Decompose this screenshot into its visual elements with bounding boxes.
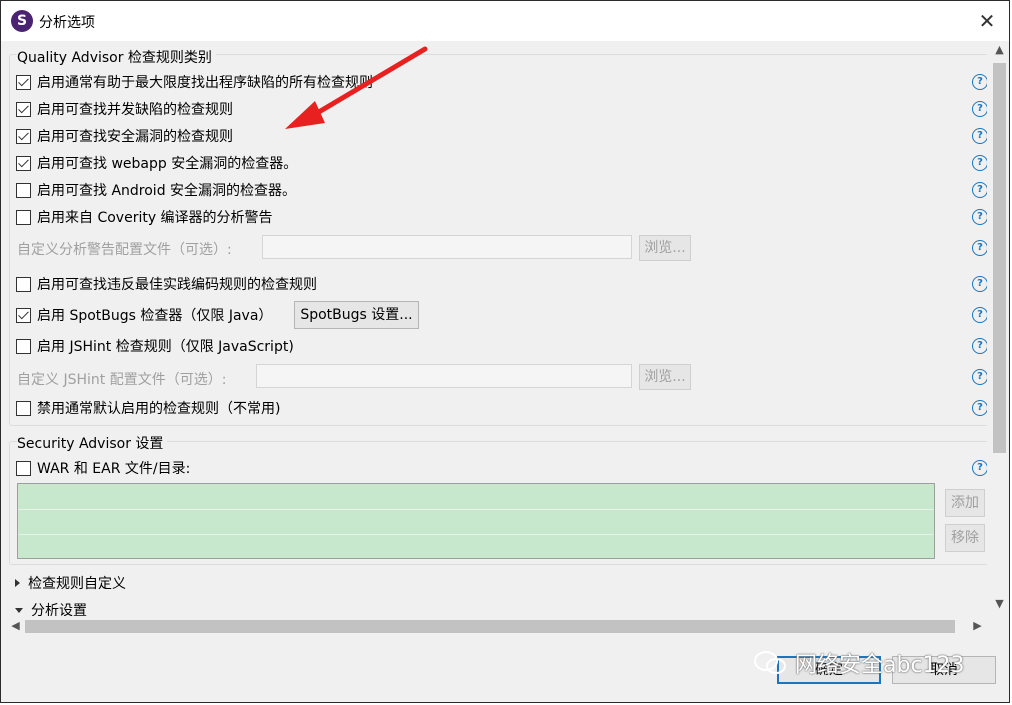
help-icon[interactable]: ? <box>972 338 987 354</box>
rule-coverity-compiler-checkbox[interactable] <box>16 209 31 225</box>
browse-warning-config-button[interactable]: 浏览... <box>639 235 691 261</box>
scroll-left-icon[interactable]: ◀ <box>7 619 24 632</box>
help-icon[interactable]: ? <box>972 209 987 225</box>
scroll-down-icon[interactable]: ▼ <box>991 597 1008 610</box>
help-icon[interactable]: ? <box>972 307 987 323</box>
options-scroll-area: Quality Advisor 检查规则类别 启用通常有助于最大限度找出程序缺陷… <box>7 41 987 616</box>
wechat-logo-icon <box>754 651 786 674</box>
watermark-text: 网络安全abc123 <box>795 653 965 678</box>
rule-concurrency-label: 启用可查找并发缺陷的检查规则 <box>37 102 233 118</box>
rule-customization-section[interactable]: 检查规则自定义 <box>15 573 126 593</box>
jshint-config-label: 自定义 JSHint 配置文件（可选）: <box>17 372 227 388</box>
add-war-ear-button[interactable]: 添加 <box>945 489 985 517</box>
vertical-scroll-thumb[interactable] <box>993 63 1006 453</box>
security-advisor-group-title: Security Advisor 设置 <box>17 433 168 453</box>
war-ear-checkbox[interactable] <box>16 460 31 476</box>
horizontal-scroll-thumb[interactable] <box>25 620 955 633</box>
rule-row-webapp[interactable]: 启用可查找 webapp 安全漏洞的检查器。 <box>16 152 297 174</box>
vertical-scrollbar[interactable]: ▲ ▼ <box>991 41 1008 616</box>
war-ear-row[interactable]: WAR 和 EAR 文件/目录: <box>16 457 190 479</box>
list-row-divider <box>18 509 934 510</box>
rule-row-coverity-compiler[interactable]: 启用来自 Coverity 编译器的分析警告 <box>16 206 273 228</box>
title-bar: S 分析选项 ✕ <box>1 1 1009 41</box>
rule-all-defects-checkbox[interactable] <box>16 74 31 90</box>
rule-webapp-checkbox[interactable] <box>16 155 31 171</box>
help-icon[interactable]: ? <box>972 128 987 144</box>
dialog-title: 分析选项 <box>39 15 95 31</box>
rule-jshint-label: 启用 JSHint 检查规则（仅限 JavaScript) <box>37 339 294 355</box>
dialog-window: S 分析选项 ✕ Quality Advisor 检查规则类别 启用通常有助于最… <box>0 0 1010 703</box>
help-icon[interactable]: ? <box>972 182 987 198</box>
rule-webapp-label: 启用可查找 webapp 安全漏洞的检查器。 <box>37 156 298 172</box>
jshint-config-input[interactable] <box>256 364 632 388</box>
annotation-arrow-icon <box>285 46 428 129</box>
rule-best-practice-label: 启用可查找违反最佳实践编码规则的检查规则 <box>37 277 317 293</box>
horizontal-scrollbar[interactable]: ◀ ▶ <box>7 616 991 636</box>
scroll-up-icon[interactable]: ▲ <box>991 43 1008 56</box>
rule-disable-default-label: 禁用通常默认启用的检查规则（不常用) <box>37 401 281 417</box>
rule-best-practice-checkbox[interactable] <box>16 276 31 292</box>
war-ear-file-list[interactable] <box>17 483 935 559</box>
rule-android-label: 启用可查找 Android 安全漏洞的检查器。 <box>37 183 297 199</box>
spotbugs-settings-button[interactable]: SpotBugs 设置... <box>294 301 419 329</box>
help-icon[interactable]: ? <box>972 400 987 416</box>
rule-row-security[interactable]: 启用可查找安全漏洞的检查规则 <box>16 125 233 147</box>
rule-spotbugs-checkbox[interactable] <box>16 307 31 323</box>
rule-android-checkbox[interactable] <box>16 182 31 198</box>
help-icon[interactable]: ? <box>972 276 987 292</box>
rule-disable-default-checkbox[interactable] <box>16 400 31 416</box>
close-button[interactable]: ✕ <box>975 9 999 33</box>
analysis-settings-label: 分析设置 <box>31 603 87 616</box>
rule-row-disable-default[interactable]: 禁用通常默认启用的检查规则（不常用) <box>16 397 280 419</box>
rule-security-checkbox[interactable] <box>16 128 31 144</box>
rule-row-spotbugs[interactable]: 启用 SpotBugs 检查器（仅限 Java） <box>16 304 272 326</box>
analysis-settings-section[interactable]: 分析设置 <box>15 600 87 616</box>
custom-warning-config-label: 自定义分析警告配置文件（可选）: <box>17 242 232 258</box>
expand-right-icon <box>15 579 20 587</box>
rule-row-android[interactable]: 启用可查找 Android 安全漏洞的检查器。 <box>16 179 296 201</box>
watermark: 网络安全abc123 <box>753 647 965 679</box>
help-icon[interactable]: ? <box>972 460 987 476</box>
custom-warning-config-input[interactable] <box>262 235 632 259</box>
rule-row-best-practice[interactable]: 启用可查找违反最佳实践编码规则的检查规则 <box>16 273 317 295</box>
rule-spotbugs-label: 启用 SpotBugs 检查器（仅限 Java） <box>37 308 273 324</box>
rule-security-label: 启用可查找安全漏洞的检查规则 <box>37 129 233 145</box>
help-icon[interactable]: ? <box>972 101 987 117</box>
expand-down-icon <box>15 607 23 613</box>
help-icon[interactable]: ? <box>972 155 987 171</box>
scroll-right-icon[interactable]: ▶ <box>969 619 986 632</box>
rule-jshint-checkbox[interactable] <box>16 338 31 354</box>
remove-war-ear-button[interactable]: 移除 <box>945 524 985 552</box>
rule-row-concurrency[interactable]: 启用可查找并发缺陷的检查规则 <box>16 98 233 120</box>
rule-row-jshint[interactable]: 启用 JSHint 检查规则（仅限 JavaScript) <box>16 335 294 357</box>
war-ear-label: WAR 和 EAR 文件/目录: <box>37 461 191 477</box>
rule-customization-label: 检查规则自定义 <box>28 576 126 592</box>
rule-concurrency-checkbox[interactable] <box>16 101 31 117</box>
app-logo-icon: S <box>11 10 33 32</box>
rule-coverity-compiler-label: 启用来自 Coverity 编译器的分析警告 <box>37 210 273 226</box>
quality-advisor-group-title: Quality Advisor 检查规则类别 <box>17 47 216 67</box>
help-icon[interactable]: ? <box>972 369 987 385</box>
help-icon[interactable]: ? <box>972 240 987 256</box>
help-icon[interactable]: ? <box>972 74 987 90</box>
list-row-divider <box>18 534 934 535</box>
browse-jshint-config-button[interactable]: 浏览... <box>639 364 691 390</box>
